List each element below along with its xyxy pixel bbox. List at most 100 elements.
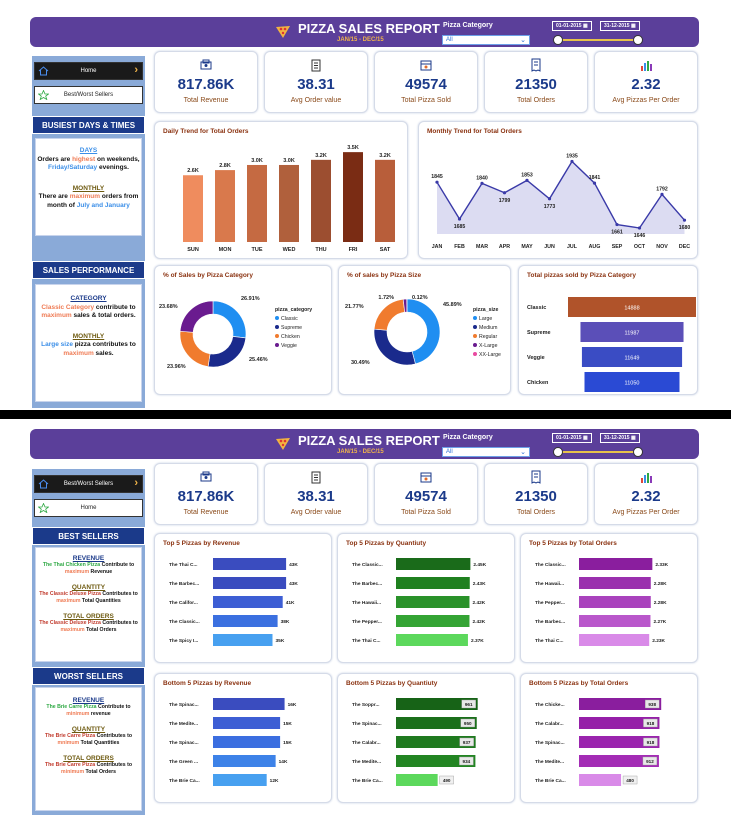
hbar-bar-1 (213, 717, 281, 729)
monthly-axis-label: AUG (589, 244, 601, 250)
nav-home-button[interactable]: Home › (34, 62, 143, 80)
donut-slice-supreme (207, 336, 247, 368)
date-slider-start-handle[interactable] (553, 447, 563, 457)
worst-heading-0: REVENUE (72, 697, 105, 704)
hbar-category-label: The Pepper... (535, 600, 565, 606)
funnel-category-label: Classic (527, 305, 546, 311)
daily-bar-thu (311, 159, 331, 242)
sidebar: Home › Best/Worst Sellers BUSIEST DAYS &… (32, 56, 145, 408)
daily-trend-chart: 2.6K SUN 2.8K MON 3.0K TUE 3.0K WED 3.2K THU 3.5K F… (183, 145, 395, 253)
date-slider-end-handle[interactable] (633, 35, 643, 45)
money-icon (200, 59, 212, 70)
hbar-bar-1 (396, 577, 470, 589)
daily-bar-wed (279, 164, 299, 242)
busiest-days-panel: DAYS Orders are highest on weekends, Fri… (35, 138, 142, 236)
funnel-value-label: 11987 (625, 331, 640, 337)
kpi-value: 2.32 (631, 488, 661, 505)
hbar-bar-0 (213, 698, 285, 710)
kpi-card-avg-order-value: 38.31 Avg Order value (264, 463, 368, 525)
hbar-category-label: The Chicke... (535, 702, 565, 708)
daily-axis-label: SUN (187, 247, 199, 253)
hbar-value-label: 950 (464, 721, 472, 726)
kpi-card-total-pizza-sold: 49574 Total Pizza Sold (374, 51, 478, 113)
date-slider-end-handle[interactable] (633, 447, 643, 457)
sales-size-card: % of sales by Pizza Size 45.89% 30.49% 21.… (338, 265, 511, 395)
hbar-value-label: 490 (443, 778, 451, 783)
legend-marker-classic (275, 316, 279, 320)
hbar-value-label: 937 (463, 740, 471, 745)
pizza-box-icon (420, 60, 432, 71)
monthly-point-mar (480, 181, 484, 185)
pizza-category-select[interactable]: All ⌄ (442, 35, 530, 45)
date-end-value: 31-12-2015 (604, 23, 630, 29)
nav-best-worst-button[interactable]: Best/Worst Sellers (34, 86, 143, 104)
worst-heading-1: QUANTITY (71, 726, 106, 733)
hbar-value-label: 2.27K (653, 619, 666, 625)
date-slider-track[interactable] (558, 451, 642, 453)
clipboard-icon (311, 471, 321, 484)
legend-label-chicken: Chicken (281, 334, 300, 340)
best-text-0: The Thai Chicken Pizza Contribute to max… (42, 562, 135, 575)
monthly-size-heading: MONTHLY (72, 332, 105, 340)
nav-home-button[interactable]: Home (34, 499, 143, 517)
donut-slice-label: 21.77% (345, 304, 364, 310)
funnel-value-label: 11649 (625, 356, 640, 362)
legend-label-x-large: X-Large (479, 343, 498, 349)
monthly-area (437, 161, 685, 234)
daily-bar-tue (247, 164, 267, 242)
hbar-value-label: 480 (626, 778, 634, 783)
legend-label-regular: Regular (479, 334, 497, 340)
date-slider-track[interactable] (558, 39, 642, 41)
sales-performance-heading: SALES PERFORMANCE (32, 261, 145, 279)
donut-slice-label: 23.68% (159, 304, 178, 310)
daily-bar-label: 2.8K (219, 163, 231, 169)
legend-marker-regular (473, 334, 477, 338)
report-page-best-worst: PIZZA SALES REPORT JAN/15 - DEC/15 Pizza… (2, 419, 729, 819)
kpi-value: 2.32 (631, 76, 661, 93)
donut-slice-label: 1.72% (378, 295, 394, 301)
monthly-point-feb (457, 217, 462, 221)
hbar-category-label: The Calabr... (352, 740, 381, 746)
hbar-value-label: 2.42K (472, 619, 485, 625)
date-start-input[interactable]: 01-01-2015 ▦ (552, 433, 592, 443)
hbar-bar-1 (579, 577, 651, 589)
monthly-point-label: 1792 (656, 186, 668, 192)
hbar-category-label: The Thai C... (169, 562, 198, 568)
bottom-revenue-chart: The Spinac... 16K The Medite... 15K The Spin… (169, 698, 297, 786)
hbar-value-label: 918 (647, 721, 655, 726)
top-orders-chart: The Classic... 2.33K The Hawaii... 2.28K The… (535, 558, 669, 646)
date-start-value: 01-01-2015 (556, 435, 582, 441)
pizza-category-select[interactable]: All ⌄ (442, 447, 530, 457)
monthly-point-label: 1661 (611, 230, 623, 236)
nav-best-worst-label: Best/Worst Sellers (63, 481, 114, 487)
hbar-bar-4 (396, 634, 468, 646)
date-slider-start-handle[interactable] (553, 35, 563, 45)
date-end-input[interactable]: 31-12-2015 ▦ (600, 433, 640, 443)
funnel-category-label: Veggie (527, 355, 545, 361)
donut-legend-title: pizza_category (275, 307, 312, 313)
pizza-box-icon (420, 472, 432, 483)
monthly-point-jun (547, 197, 552, 201)
date-end-input[interactable]: 31-12-2015 ▦ (600, 21, 640, 31)
chevron-down-icon: ⌄ (520, 449, 526, 456)
monthly-point-sep (615, 222, 619, 227)
kpi-label: Avg Pizzas Per Order (612, 97, 680, 104)
kpi-value: 49574 (405, 76, 447, 93)
legend-label-medium: Medium (479, 325, 497, 331)
hbar-bar-3 (579, 615, 651, 627)
kpi-label: Avg Pizzas Per Order (612, 509, 680, 516)
daily-bar-label: 2.6K (187, 168, 199, 174)
legend-marker-medium (473, 325, 477, 329)
hbar-bar-2 (396, 596, 470, 608)
daily-bar-label: 3.2K (379, 153, 391, 159)
legend-marker-veggie (275, 343, 279, 347)
monthly-axis-label: NOV (656, 244, 668, 250)
kpi-value: 21350 (515, 488, 557, 505)
kpi-label: Total Revenue (183, 97, 229, 104)
daily-bar-fri (343, 152, 363, 242)
hbar-category-label: The Soppr... (352, 702, 379, 708)
date-end-value: 31-12-2015 (604, 435, 630, 441)
date-start-input[interactable]: 01-01-2015 ▦ (552, 21, 592, 31)
nav-best-worst-button[interactable]: Best/Worst Sellers › (34, 475, 143, 493)
hbar-value-label: 961 (465, 702, 473, 707)
